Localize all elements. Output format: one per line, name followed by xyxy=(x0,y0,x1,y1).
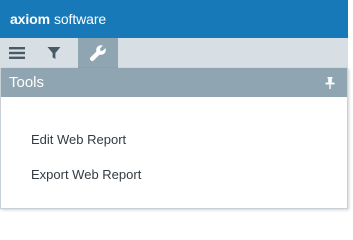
tab-filter[interactable] xyxy=(33,38,75,68)
logo-brand: axiom xyxy=(10,11,50,27)
logo-product: software xyxy=(53,11,107,27)
wrench-icon xyxy=(89,45,106,62)
menu-item-export-web-report[interactable]: Export Web Report xyxy=(1,157,347,192)
logo: axiom software xyxy=(10,11,106,27)
pin-icon xyxy=(325,76,335,89)
toolbar xyxy=(0,38,348,68)
menu-item-label: Edit Web Report xyxy=(31,132,127,147)
tab-tools[interactable] xyxy=(78,38,118,68)
app-header: axiom software xyxy=(0,0,348,38)
tab-menu[interactable] xyxy=(0,38,33,68)
hamburger-menu-icon xyxy=(8,47,25,59)
panel-header: Tools xyxy=(1,68,347,97)
pin-button[interactable] xyxy=(325,76,335,89)
tools-menu: Edit Web Report Export Web Report xyxy=(1,97,347,192)
panel-title: Tools xyxy=(9,74,45,91)
filter-icon xyxy=(47,47,61,59)
menu-item-edit-web-report[interactable]: Edit Web Report xyxy=(1,122,347,157)
menu-item-label: Export Web Report xyxy=(31,167,142,182)
tools-panel: Tools Edit Web Report Export Web Report xyxy=(0,68,348,209)
